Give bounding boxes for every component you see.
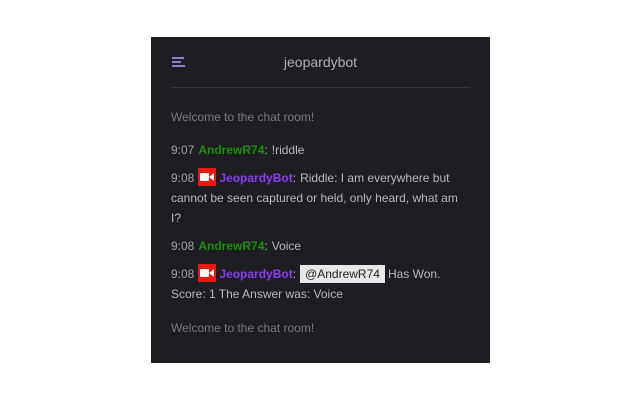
- username[interactable]: AndrewR74: [198, 239, 264, 253]
- chat-message: 9:08 AndrewR74: Voice: [171, 236, 470, 256]
- username[interactable]: AndrewR74: [198, 143, 264, 157]
- welcome-message: Welcome to the chat room!: [171, 321, 315, 335]
- chat-message: 9:07 AndrewR74: !riddle: [171, 140, 470, 160]
- message-time: 9:08: [171, 267, 195, 281]
- chat-header: jeopardybot: [171, 37, 470, 88]
- chat-message: 9:08 JeopardyBot: @AndrewR74 Has Won. Score…: [171, 264, 460, 304]
- chat-message: 9:08 JeopardyBot: Riddle: I am everywhere …: [171, 168, 468, 228]
- chat-title: jeopardybot: [283, 54, 358, 70]
- chat-panel: jeopardybot Welcome to the chat room! 9:…: [151, 37, 490, 363]
- username-colon: :: [264, 239, 268, 253]
- message-time: 9:08: [171, 171, 195, 185]
- video-camera-icon: [198, 264, 217, 282]
- video-camera-icon: [198, 168, 217, 186]
- message-time: 9:08: [171, 239, 195, 253]
- message-text: !riddle: [271, 143, 305, 157]
- message-text: Voice: [271, 239, 302, 253]
- username[interactable]: JeopardyBot: [219, 267, 292, 281]
- username[interactable]: JeopardyBot: [219, 171, 292, 185]
- welcome-message: Welcome to the chat room!: [171, 110, 315, 124]
- username-colon: :: [264, 143, 268, 157]
- username-colon: :: [292, 171, 297, 185]
- message-time: 9:07: [171, 143, 195, 157]
- username-colon: :: [292, 267, 297, 281]
- mention-chip[interactable]: @AndrewR74: [300, 265, 385, 283]
